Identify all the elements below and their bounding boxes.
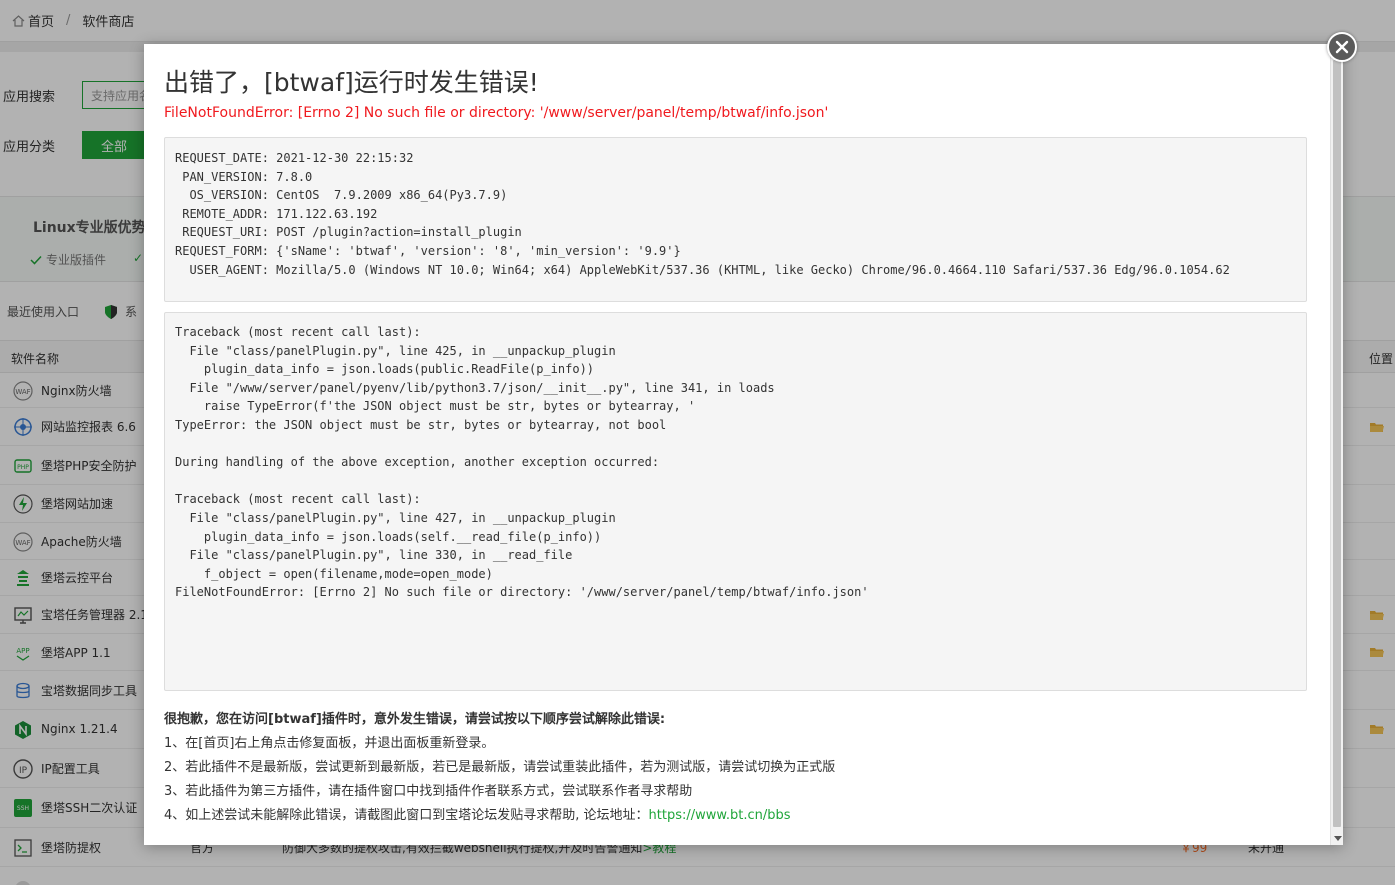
code-line: File "/www/server/panel/pyenv/lib/python…	[175, 380, 775, 395]
code-line: USER_AGENT: Mozilla/5.0 (Windows NT 10.0…	[175, 262, 1230, 277]
code-line: REQUEST_FORM: {'sName': 'btwaf', 'versio…	[175, 243, 681, 258]
code-line: OS_VERSION: CentOS 7.9.2009 x86_64(Py3.7…	[175, 188, 508, 203]
help-section: 很抱歉，您在访问[btwaf]插件时，意外发生错误，请尝试按以下顺序尝试解除此错…	[164, 708, 835, 828]
request-info-box: REQUEST_DATE: 2021-12-30 22:15:32 PAN_VE…	[164, 137, 1307, 302]
dialog-title: 出错了，[btwaf]运行时发生错误!	[164, 68, 539, 97]
code-line: plugin_data_info = json.loads(self.__rea…	[175, 529, 602, 544]
help-step: 2、若此插件不是最新版，尝试更新到最新版，若已是最新版，请尝试重装此插件，若为测…	[164, 760, 836, 775]
help-step-4-text: 4、如上述尝试未能解除此错误，请截图此窗口到宝塔论坛发贴寻求帮助, 论坛地址：	[164, 808, 649, 823]
code-line: Traceback (most recent call last):	[175, 492, 421, 507]
code-line: FileNotFoundError: [Errno 2] No such fil…	[175, 585, 869, 600]
help-heading: 很抱歉，您在访问[btwaf]插件时，意外发生错误，请尝试按以下顺序尝试解除此错…	[164, 712, 666, 727]
traceback-box: Traceback (most recent call last): File …	[164, 312, 1307, 691]
code-line: f_object = open(filename,mode=open_mode)	[175, 566, 493, 581]
code-line: File "class/panelPlugin.py", line 425, i…	[175, 343, 616, 358]
forum-link[interactable]: https://www.bt.cn/bbs	[649, 808, 791, 823]
scroll-down-arrow-icon[interactable]	[1334, 836, 1342, 841]
code-line: REMOTE_ADDR: 171.122.63.192	[175, 206, 378, 221]
close-icon	[1335, 40, 1349, 54]
code-line: During handling of the above exception, …	[175, 455, 660, 470]
help-step: 3、若此插件为第三方插件，请在插件窗口中找到插件作者联系方式，尝试联系作者寻求帮…	[164, 784, 693, 799]
help-step: 4、如上述尝试未能解除此错误，请截图此窗口到宝塔论坛发贴寻求帮助, 论坛地址：h…	[164, 804, 835, 828]
error-message: FileNotFoundError: [Errno 2] No such fil…	[164, 105, 829, 121]
code-line: REQUEST_URI: POST /plugin?action=install…	[175, 225, 522, 240]
code-line: PAN_VERSION: 7.8.0	[175, 169, 313, 184]
help-step: 1、在[首页]右上角点击修复面板，并退出面板重新登录。	[164, 736, 495, 751]
code-line: File "class/panelPlugin.py", line 427, i…	[175, 510, 616, 525]
scrollbar-thumb[interactable]	[1333, 60, 1341, 827]
code-line: File "class/panelPlugin.py", line 330, i…	[175, 548, 573, 563]
dialog-scrollbar[interactable]	[1330, 44, 1343, 845]
code-line: TypeError: the JSON object must be str, …	[175, 417, 667, 432]
code-line: Traceback (most recent call last):	[175, 325, 421, 339]
close-button[interactable]	[1327, 32, 1357, 62]
code-line: REQUEST_DATE: 2021-12-30 22:15:32	[175, 151, 414, 165]
error-dialog: 出错了，[btwaf]运行时发生错误! FileNotFoundError: […	[144, 44, 1343, 845]
code-line: plugin_data_info = json.loads(public.Rea…	[175, 362, 595, 377]
code-line: raise TypeError(f'the JSON object must b…	[175, 399, 696, 414]
